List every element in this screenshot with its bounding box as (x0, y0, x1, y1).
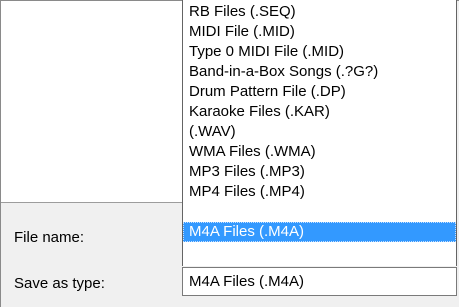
list-item-karaoke[interactable]: Karaoke Files (.KAR) (183, 102, 456, 122)
list-item-drum-pattern[interactable]: Drum Pattern File (.DP) (183, 82, 456, 102)
list-item-wav[interactable]: (.WAV) (183, 122, 456, 142)
pane-divider (1, 202, 182, 203)
save-dialog: File name: Save as type: RB Files (.SEQ)… (0, 0, 459, 307)
list-item-m4a-selected[interactable]: M4A Files (.M4A) (183, 222, 456, 242)
combo-selected-value: M4A Files (.M4A) (189, 273, 305, 290)
list-item-rb-files[interactable]: RB Files (.SEQ) (183, 2, 456, 22)
list-item-mp4[interactable]: MP4 Files (.MP4) (183, 182, 456, 202)
save-as-type-combobox[interactable]: M4A Files (.M4A) (182, 267, 457, 296)
list-item-midi-file[interactable]: MIDI File (.MID) (183, 22, 456, 42)
list-item-biab-songs[interactable]: Band-in-a-Box Songs (.?G?) (183, 62, 456, 82)
save-as-type-label: Save as type: (14, 275, 105, 292)
file-type-dropdown-list[interactable]: RB Files (.SEQ) MIDI File (.MID) Type 0 … (182, 0, 457, 266)
list-item-mp3[interactable]: MP3 Files (.MP3) (183, 162, 456, 182)
list-item-wma[interactable]: WMA Files (.WMA) (183, 142, 456, 162)
list-item-type0-midi[interactable]: Type 0 MIDI File (.MID) (183, 42, 456, 62)
file-browser-pane[interactable] (1, 1, 182, 202)
file-name-label: File name: (14, 229, 85, 246)
